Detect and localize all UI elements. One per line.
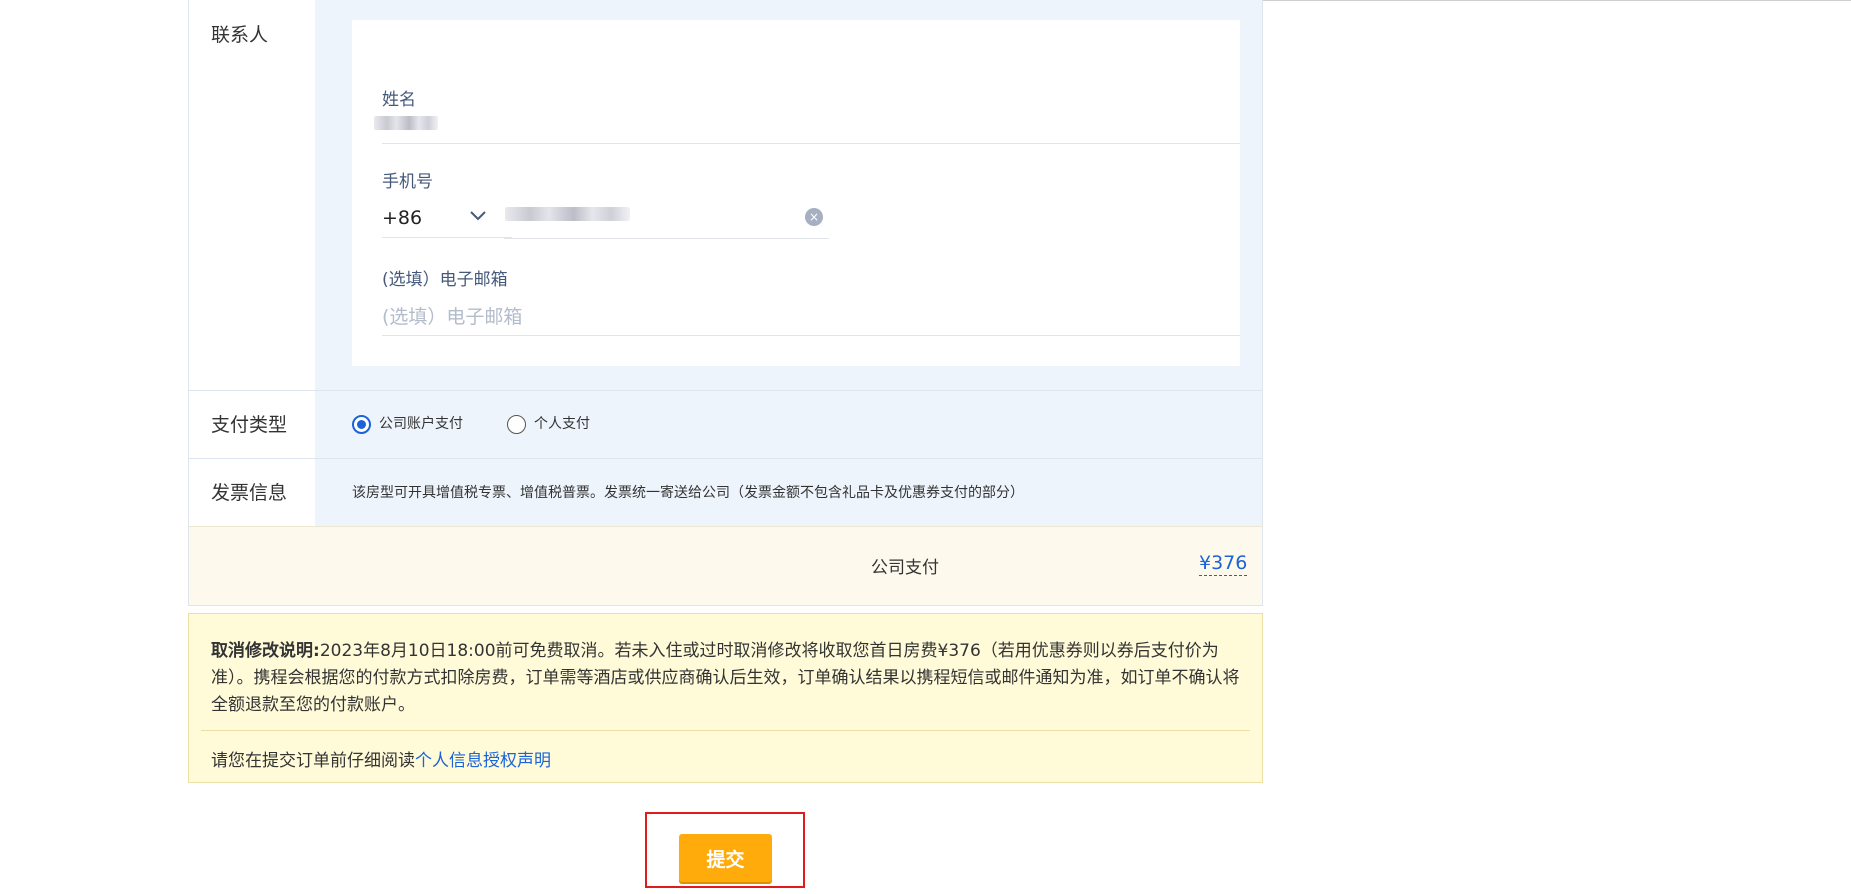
cancellation-body: 2023年8月10日18:00前可免费取消。若未入住或过时取消修改将收取您首日房… <box>211 641 1240 715</box>
contact-section: 联系人 姓名 手机号 +86 × (选填）电子邮箱 (选填）电子邮箱 <box>188 0 1263 390</box>
email-label: (选填）电子邮箱 <box>382 270 508 290</box>
email-field-underline <box>382 335 1240 336</box>
radio-company-account-label[interactable]: 公司账户支付 <box>379 414 463 434</box>
chevron-down-icon[interactable] <box>468 209 488 223</box>
notice-divider <box>201 730 1250 731</box>
cancellation-notice: 取消修改说明:2023年8月10日18:00前可免费取消。若未入住或过时取消修改… <box>188 613 1263 783</box>
payment-type-label: 支付类型 <box>189 391 315 459</box>
clear-icon[interactable]: × <box>805 208 823 226</box>
payment-summary: 公司支付 ¥376 <box>188 526 1263 606</box>
name-value-blurred[interactable] <box>374 116 438 130</box>
invoice-description: 该房型可开具增值税专票、增值税普票。发票统一寄送给公司（发票金额不包含礼品卡及优… <box>352 485 1024 501</box>
radio-personal-payment-label[interactable]: 个人支付 <box>534 414 590 434</box>
privacy-notice: 请您在提交订单前仔细阅读个人信息授权声明 <box>211 746 551 771</box>
contact-section-label: 联系人 <box>189 0 315 390</box>
cancellation-text: 取消修改说明:2023年8月10日18:00前可免费取消。若未入住或过时取消修改… <box>211 638 1246 719</box>
radio-personal-payment[interactable] <box>507 415 526 434</box>
email-input[interactable]: (选填）电子邮箱 <box>382 302 522 329</box>
contact-section-body: 姓名 手机号 +86 × (选填）电子邮箱 (选填）电子邮箱 <box>315 0 1262 390</box>
invoice-label: 发票信息 <box>189 459 315 527</box>
payment-amount[interactable]: ¥376 <box>1199 551 1248 576</box>
payment-type-section: 支付类型 公司账户支付 个人支付 <box>188 390 1263 459</box>
top-border <box>1262 0 1851 1</box>
name-field-underline <box>382 143 1240 144</box>
phone-field-underline <box>504 238 829 239</box>
phone-label: 手机号 <box>382 172 433 192</box>
privacy-notice-prefix: 请您在提交订单前仔细阅读 <box>211 751 415 771</box>
invoice-body: 该房型可开具增值税专票、增值税普票。发票统一寄送给公司（发票金额不包含礼品卡及优… <box>315 459 1262 527</box>
country-code-underline <box>382 237 512 238</box>
privacy-statement-link[interactable]: 个人信息授权声明 <box>415 751 551 771</box>
contact-card: 姓名 手机号 +86 × (选填）电子邮箱 (选填）电子邮箱 <box>352 20 1240 366</box>
submit-button[interactable]: 提交 <box>679 834 772 882</box>
payment-summary-label: 公司支付 <box>871 558 939 578</box>
country-code-select[interactable]: +86 <box>382 207 422 229</box>
radio-company-account[interactable] <box>352 415 371 434</box>
payment-type-body: 公司账户支付 个人支付 <box>315 391 1262 459</box>
invoice-section: 发票信息 该房型可开具增值税专票、增值税普票。发票统一寄送给公司（发票金额不包含… <box>188 458 1263 527</box>
phone-input-blurred[interactable] <box>505 207 630 221</box>
name-label: 姓名 <box>382 90 416 110</box>
cancellation-title: 取消修改说明: <box>211 641 320 661</box>
